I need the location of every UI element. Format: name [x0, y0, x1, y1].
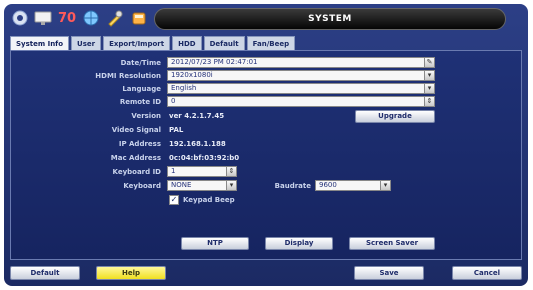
record-icon[interactable]: 70: [56, 7, 78, 29]
upgrade-button[interactable]: Upgrade: [355, 110, 435, 123]
datetime-field[interactable]: 2012/07/23 PM 02:47:01 ✎: [167, 57, 435, 68]
dropdown-arrow-icon[interactable]: ▾: [424, 84, 434, 93]
remote-id-stepper[interactable]: 0 ⇕: [167, 96, 435, 107]
edit-icon[interactable]: ✎: [424, 58, 434, 67]
datetime-value: 2012/07/23 PM 02:47:01: [171, 58, 258, 66]
tools-icon[interactable]: [104, 7, 126, 29]
system-info-panel: Date/Time 2012/07/23 PM 02:47:01 ✎ HDMI …: [10, 50, 522, 260]
network-icon[interactable]: [80, 7, 102, 29]
baudrate-label: Baudrate: [274, 182, 311, 190]
version-label: Version: [131, 112, 161, 120]
save-button[interactable]: Save: [354, 266, 424, 280]
remote-id-value: 0: [171, 97, 176, 105]
default-button[interactable]: Default: [10, 266, 80, 280]
keyboard-id-value: 1: [171, 167, 176, 175]
tab-default[interactable]: Default: [203, 36, 245, 50]
ip-address-label: IP Address: [118, 140, 161, 148]
window-title: SYSTEM: [154, 8, 506, 30]
version-value: ver 4.2.1.7.45: [169, 112, 225, 120]
dropdown-arrow-icon[interactable]: ▾: [380, 181, 390, 190]
tab-hdd[interactable]: HDD: [172, 36, 202, 50]
remote-id-label: Remote ID: [119, 98, 161, 106]
tab-export-import[interactable]: Export/Import: [103, 36, 171, 50]
datetime-label: Date/Time: [120, 59, 161, 67]
tab-bar: System Info User Export/Import HDD Defau…: [10, 36, 297, 50]
keypad-beep-checkbox[interactable]: ✓: [169, 195, 179, 205]
keypad-beep-label: Keypad Beep: [183, 196, 235, 204]
storage-icon[interactable]: [128, 7, 150, 29]
tab-system-info[interactable]: System Info: [10, 36, 70, 50]
tab-user[interactable]: User: [71, 36, 102, 50]
video-signal-label: Video Signal: [111, 126, 161, 134]
display-icon[interactable]: [32, 7, 54, 29]
help-button[interactable]: Help: [96, 266, 166, 280]
keyboard-id-stepper[interactable]: 1 ⇕: [167, 166, 237, 177]
video-signal-value: PAL: [169, 126, 184, 134]
hdmi-resolution-select[interactable]: 1920x1080i ▾: [167, 70, 435, 81]
display-button[interactable]: Display: [265, 237, 333, 250]
tab-fan-beep[interactable]: Fan/Beep: [246, 36, 296, 50]
keyboard-label: Keyboard: [123, 182, 161, 190]
language-select[interactable]: English ▾: [167, 83, 435, 94]
system-window: 70 SYSTEM System Info User Export/Import…: [4, 4, 528, 286]
camera-icon[interactable]: [10, 7, 30, 29]
ip-address-value: 192.168.1.188: [169, 140, 226, 148]
keyboard-id-label: Keyboard ID: [112, 168, 161, 176]
baudrate-value: 9600: [319, 181, 337, 189]
dropdown-arrow-icon[interactable]: ▾: [424, 71, 434, 80]
stepper-arrows-icon[interactable]: ⇕: [424, 97, 434, 106]
stepper-arrows-icon[interactable]: ⇕: [226, 167, 236, 176]
mac-address-label: Mac Address: [110, 154, 161, 162]
hdmi-resolution-label: HDMI Resolution: [95, 72, 161, 80]
language-label: Language: [122, 85, 161, 93]
header-bar: 70 SYSTEM: [4, 4, 528, 32]
hdmi-resolution-value: 1920x1080i: [171, 71, 213, 79]
baudrate-select[interactable]: 9600 ▾: [315, 180, 391, 191]
cancel-button[interactable]: Cancel: [452, 266, 522, 280]
mac-address-value: 0c:04:bf:03:92:b0: [169, 154, 240, 162]
screen-saver-button[interactable]: Screen Saver: [349, 237, 435, 250]
ntp-button[interactable]: NTP: [181, 237, 249, 250]
language-value: English: [171, 84, 197, 92]
